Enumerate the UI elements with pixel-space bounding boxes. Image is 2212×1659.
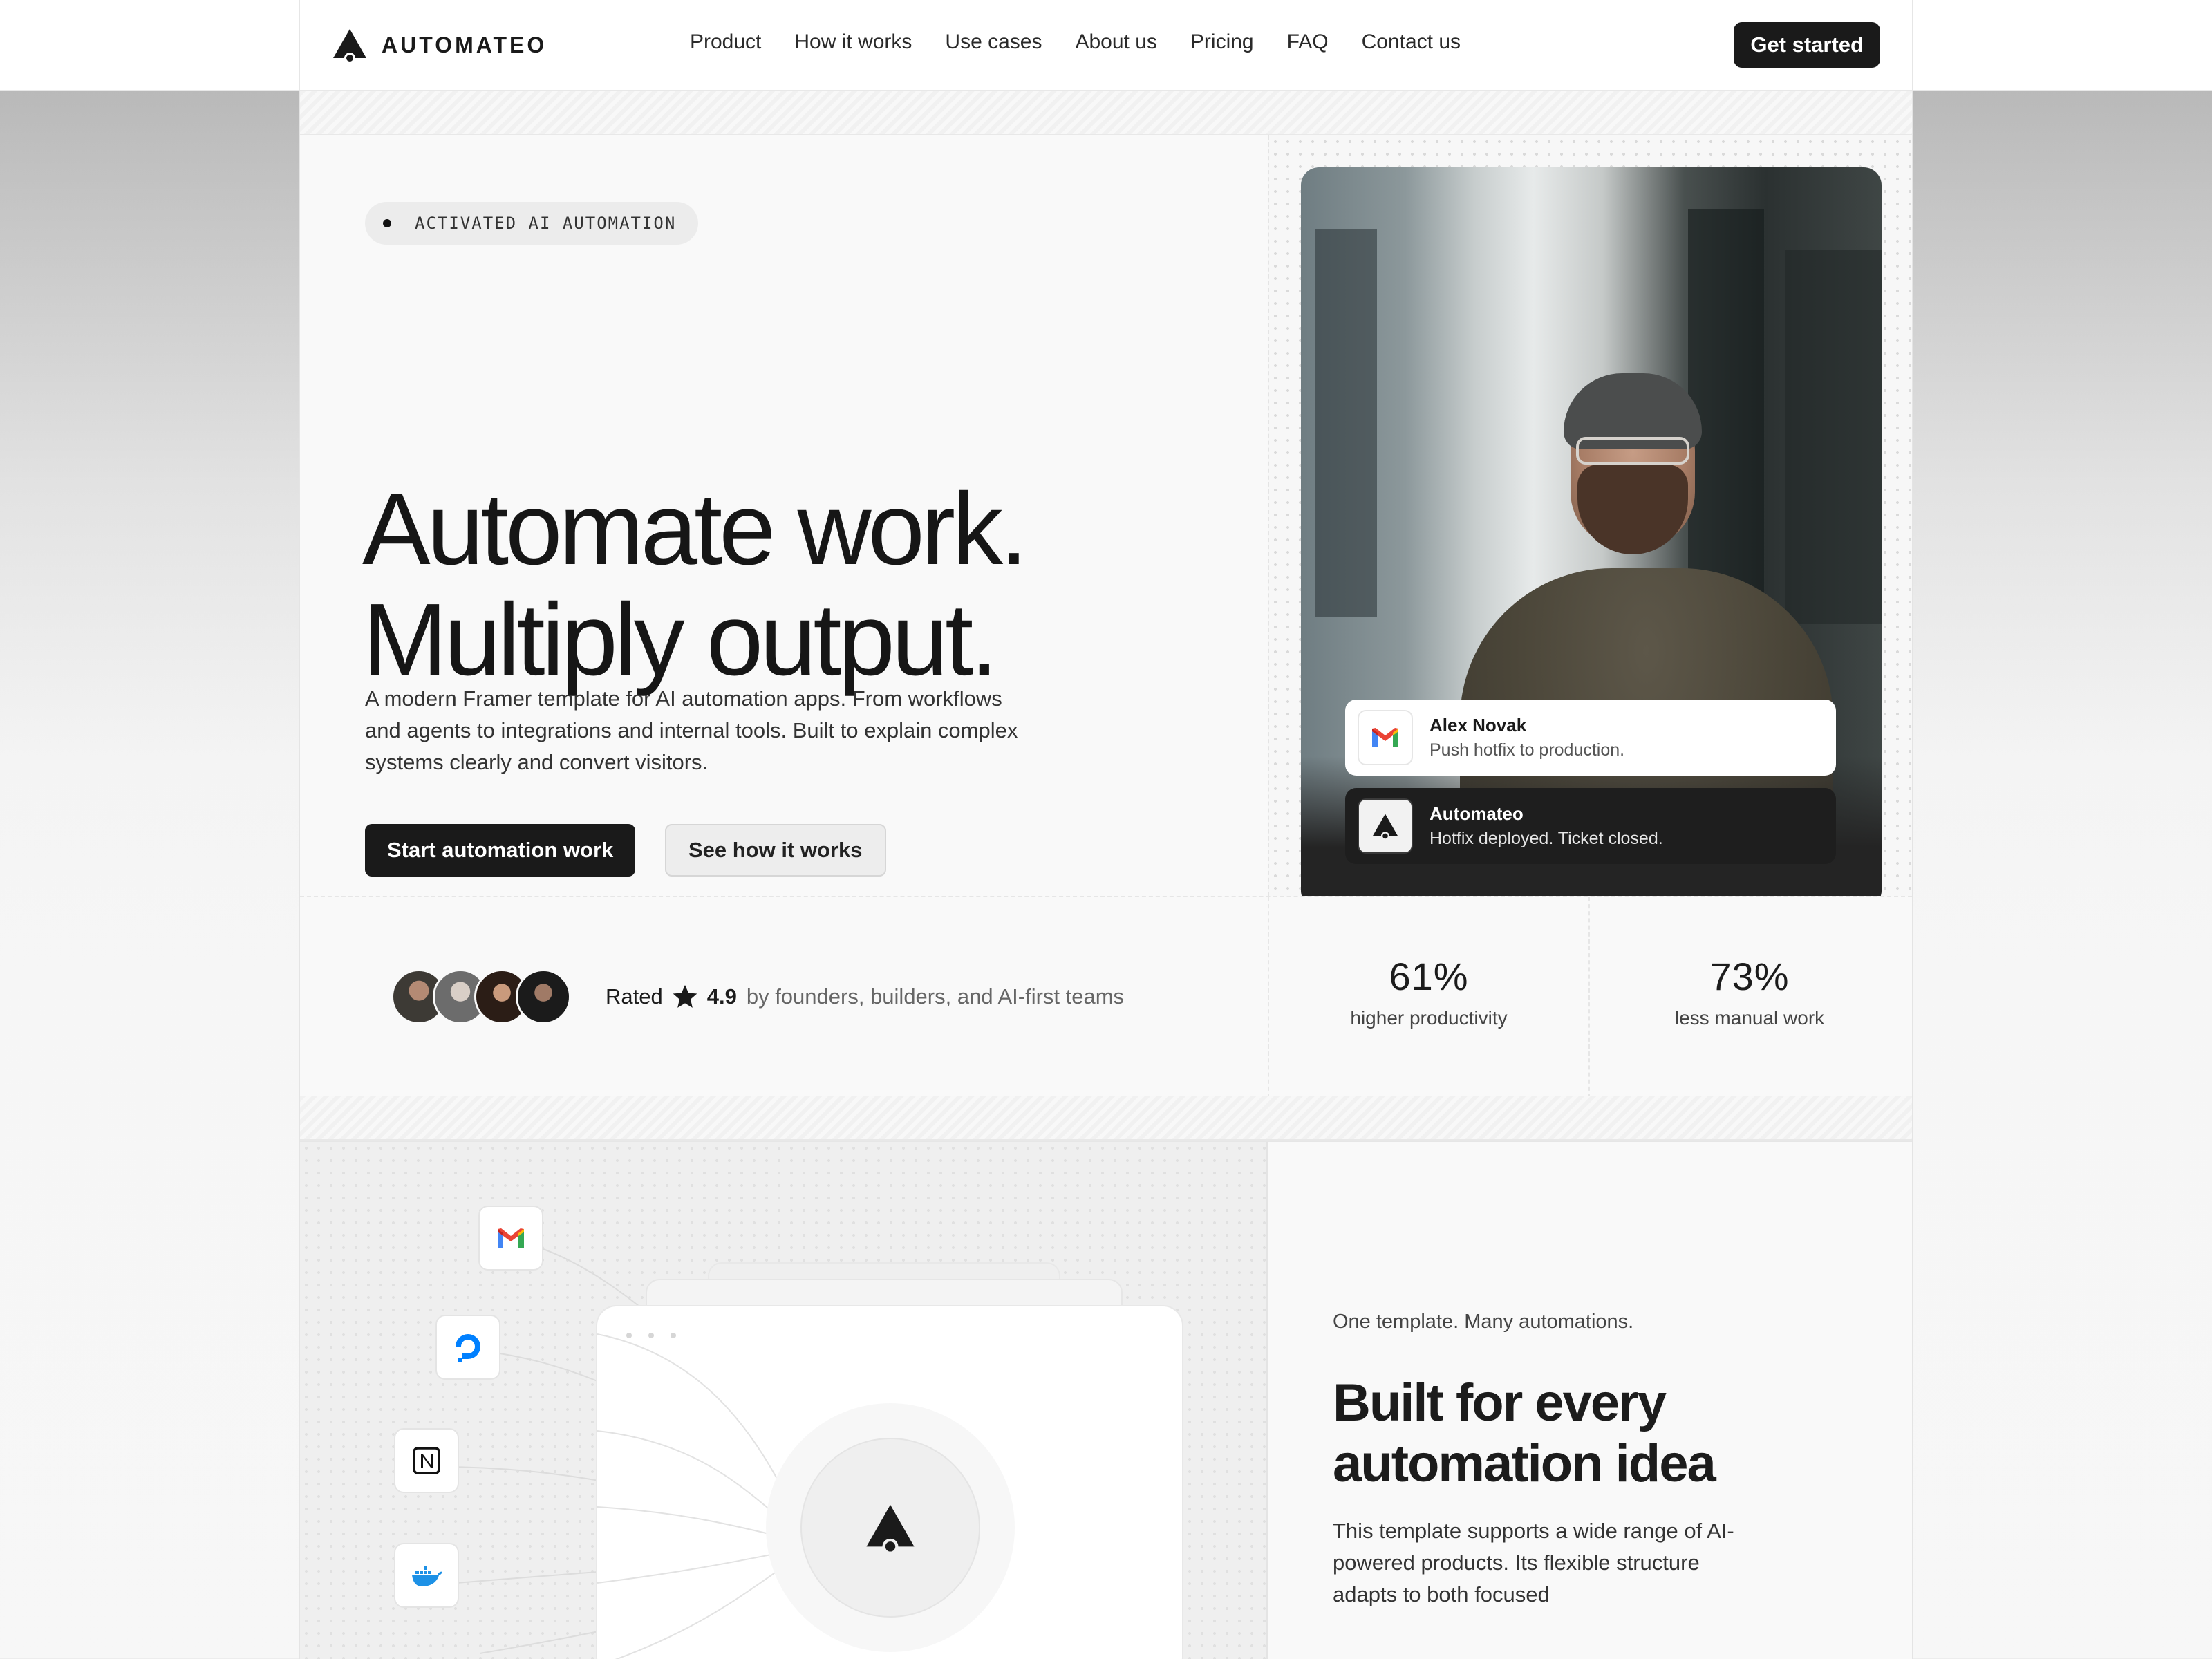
integrations-section: One template. Many automations. Built fo… [300,1141,1912,1659]
hero-title: Automate work. Multiply output. [362,472,1028,697]
docker-icon [412,1566,442,1586]
top-navbar: AUTOMATEO Product How it works Use cases… [0,0,2212,91]
star-icon [673,985,697,1008]
badge-label: ACTIVATED AI AUTOMATION [415,214,677,233]
photo-person-glasses [1576,437,1689,465]
gmail-icon [498,1228,524,1248]
section-title-line-2: automation idea [1333,1434,1716,1493]
digitalocean-icon [456,1334,480,1362]
main-nav: Product How it works Use cases About us … [690,30,1494,54]
notification-text: Automateo Hotfix deployed. Ticket closed… [1430,801,1663,851]
rated-label: Rated [606,984,663,1009]
notification-icon [1358,710,1413,765]
nav-link-use-cases[interactable]: Use cases [945,30,1042,54]
nav-link-pricing[interactable]: Pricing [1190,30,1254,54]
hero-media-panel: Alex Novak Push hotfix to production. Au… [1268,135,1912,908]
notification-sender: Automateo [1430,803,1524,824]
stat-productivity: 61% higher productivity [1268,897,1588,1098]
avatar [516,969,571,1024]
notion-icon [413,1447,440,1474]
nav-link-contact-us[interactable]: Contact us [1362,30,1461,54]
status-badge: ACTIVATED AI AUTOMATION [365,202,699,245]
see-how-it-works-button[interactable]: See how it works [665,824,886,877]
hero-title-line-2: Multiply output. [362,583,998,697]
automateo-logo-icon [1372,814,1398,839]
gmail-icon [1372,728,1398,747]
hero-subtitle: A modern Framer template for AI automati… [365,686,1018,774]
automateo-logo-icon [866,1504,915,1552]
stat-label: higher productivity [1350,1007,1508,1029]
automation-hub [800,1438,980,1618]
section-eyebrow: One template. Many automations. [1333,1311,1634,1333]
brand-name: AUTOMATEO [382,32,547,57]
photo-window-left [1315,229,1377,617]
notification-card-automateo: Automateo Hotfix deployed. Ticket closed… [1345,788,1836,864]
nav-link-how-it-works[interactable]: How it works [794,30,912,54]
get-started-button[interactable]: Get started [1734,22,1880,68]
stat-value: 61% [1389,955,1469,998]
automation-hub-card [596,1305,1183,1659]
rating-text: Rated 4.9 by founders, builders, and AI-… [606,983,1124,1011]
notification-sender: Alex Novak [1430,715,1527,735]
notification-icon [1358,798,1413,854]
nav-link-product[interactable]: Product [690,30,761,54]
photo-window-far-right [1785,250,1882,624]
rating-block: Rated 4.9 by founders, builders, and AI-… [300,897,1268,1098]
photo-person-beard [1577,465,1688,554]
nav-link-faq[interactable]: FAQ [1287,30,1329,54]
hatch-divider-top [300,91,1912,135]
page-container: ACTIVATED AI AUTOMATION Automate work. M… [299,91,1913,1659]
stat-label: less manual work [1674,1007,1825,1029]
hero-content: ACTIVATED AI AUTOMATION Automate work. M… [300,135,1268,896]
brand-logo[interactable]: AUTOMATEO [332,28,547,62]
section-copy: One template. Many automations. Built fo… [1268,1142,1912,1659]
notification-text: Alex Novak Push hotfix to production. [1430,713,1624,762]
notification-card-email: Alex Novak Push hotfix to production. [1345,700,1836,776]
social-proof-section: Rated 4.9 by founders, builders, and AI-… [300,896,1912,1098]
integration-notion[interactable] [394,1428,459,1493]
stat-value: 73% [1709,955,1790,998]
stat-manual-work: 73% less manual work [1588,897,1909,1098]
nav-link-about-us[interactable]: About us [1075,30,1156,54]
section-title: Built for every automation idea [1333,1373,1716,1494]
notification-message: Hotfix deployed. Ticket closed. [1430,829,1663,848]
notification-message: Push hotfix to production. [1430,740,1625,760]
hero-photo: Alex Novak Push hotfix to production. Au… [1301,167,1882,908]
section-title-line-1: Built for every [1333,1374,1667,1432]
integration-docker[interactable] [394,1543,459,1608]
automateo-logo-icon [333,29,366,62]
hero-section: ACTIVATED AI AUTOMATION Automate work. M… [300,135,1912,908]
section-body: This template supports a wide range of A… [1333,1519,1734,1606]
rating-value: 4.9 [706,984,737,1009]
integration-diagram [300,1142,1268,1659]
avatar-group [391,969,571,1024]
hatch-divider-middle [300,1096,1912,1141]
start-automation-button[interactable]: Start automation work [365,824,636,877]
integration-gmail[interactable] [478,1206,543,1271]
badge-dot-icon [383,219,391,227]
integration-digitalocean[interactable] [435,1315,500,1380]
rating-description: by founders, builders, and AI-first team… [746,984,1125,1009]
navbar-inner: AUTOMATEO Product How it works Use cases… [299,0,1913,91]
hero-title-line-1: Automate work. [362,472,1028,586]
